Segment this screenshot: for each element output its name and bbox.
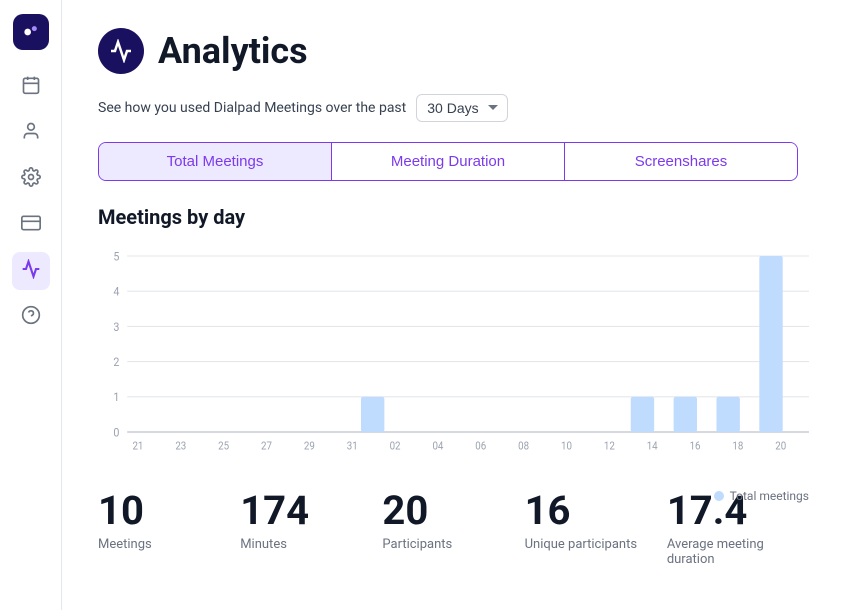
page-title: Analytics (158, 30, 308, 72)
stat-participants: 20 Participants (382, 489, 524, 552)
tab-total-meetings[interactable]: Total Meetings (99, 143, 332, 180)
stat-participants-value: 20 (382, 489, 428, 533)
sidebar-item-settings[interactable] (12, 160, 50, 198)
svg-text:04: 04 (432, 439, 443, 453)
analytics-icon (21, 259, 41, 284)
card-icon (21, 213, 41, 238)
sidebar-item-analytics[interactable] (12, 252, 50, 290)
subtitle-text: See how you used Dialpad Meetings over t… (98, 100, 406, 116)
page-header: Analytics (98, 28, 809, 74)
svg-text:25: 25 (218, 439, 229, 453)
period-select[interactable]: 30 Days 7 Days 14 Days 60 Days 90 Days (416, 94, 508, 122)
chart-container: 5 4 3 2 1 0 21 23 25 27 29 31 (98, 245, 809, 465)
stat-minutes-label: Minutes (240, 537, 287, 552)
subtitle-row: See how you used Dialpad Meetings over t… (98, 94, 809, 122)
svg-text:4: 4 (113, 284, 120, 299)
stat-meetings: 10 Meetings (98, 489, 240, 552)
svg-text:2: 2 (113, 354, 119, 369)
svg-text:0: 0 (113, 425, 119, 440)
svg-text:1: 1 (113, 390, 119, 405)
svg-text:29: 29 (304, 439, 315, 453)
stat-minutes-value: 174 (240, 489, 309, 533)
svg-text:5: 5 (113, 249, 119, 264)
stat-meetings-value: 10 (98, 489, 144, 533)
tabs-container: Total Meetings Meeting Duration Screensh… (98, 142, 798, 181)
stat-meetings-label: Meetings (98, 537, 152, 552)
tab-screenshares[interactable]: Screenshares (565, 143, 797, 180)
svg-text:16: 16 (690, 439, 701, 453)
sidebar-item-contacts[interactable] (12, 114, 50, 152)
svg-text:23: 23 (175, 439, 186, 453)
svg-text:3: 3 (113, 319, 119, 334)
svg-text:21: 21 (132, 439, 143, 453)
stat-unique-value: 16 (525, 489, 571, 533)
page-icon (98, 28, 144, 74)
stat-avg-label: Average meetingduration (667, 537, 764, 567)
calendar-icon (21, 75, 41, 100)
svg-text:27: 27 (261, 439, 272, 453)
sidebar-item-calendar[interactable] (12, 68, 50, 106)
chart-section-title: Meetings by day (98, 205, 809, 229)
app-logo (13, 14, 49, 50)
stats-row: 10 Meetings 174 Minutes 20 Participants … (98, 489, 809, 567)
svg-text:20: 20 (775, 439, 786, 453)
sidebar-item-billing[interactable] (12, 206, 50, 244)
svg-text:31: 31 (347, 439, 358, 453)
main-content: Analytics See how you used Dialpad Meeti… (62, 0, 845, 610)
bar-chart: 5 4 3 2 1 0 21 23 25 27 29 31 (98, 245, 809, 465)
help-icon (21, 305, 41, 330)
svg-text:10: 10 (561, 439, 572, 453)
svg-text:08: 08 (518, 439, 529, 453)
svg-text:02: 02 (390, 439, 401, 453)
legend-dot (714, 491, 724, 501)
sidebar-item-help[interactable] (12, 298, 50, 336)
sidebar (0, 0, 62, 610)
svg-text:18: 18 (732, 439, 743, 453)
svg-text:06: 06 (475, 439, 486, 453)
svg-text:12: 12 (604, 439, 615, 453)
gear-icon (21, 167, 41, 192)
stat-minutes: 174 Minutes (240, 489, 382, 552)
svg-text:14: 14 (647, 439, 658, 453)
stat-unique-label: Unique participants (525, 537, 637, 552)
tab-meeting-duration[interactable]: Meeting Duration (332, 143, 565, 180)
stat-unique-participants: 16 Unique participants (525, 489, 667, 552)
legend-label: Total meetings (730, 489, 809, 503)
chart-legend: Total meetings (714, 489, 809, 503)
person-icon (21, 121, 41, 146)
stat-participants-label: Participants (382, 537, 452, 552)
